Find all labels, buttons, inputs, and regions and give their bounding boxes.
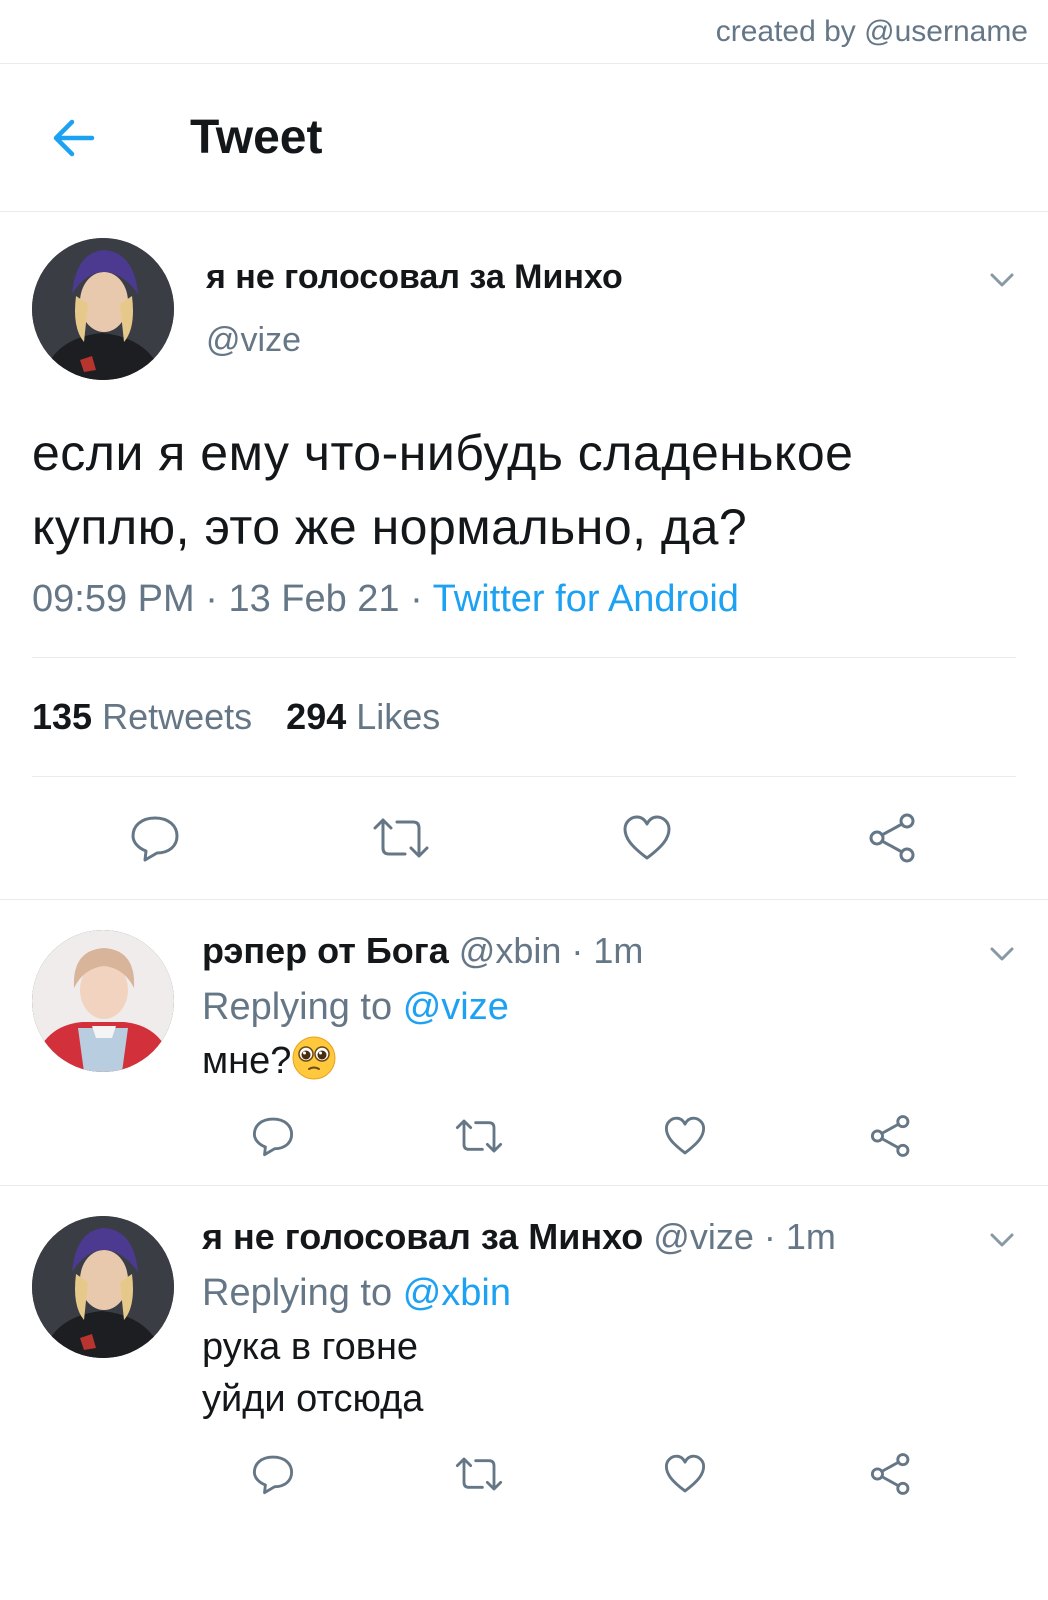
share-button[interactable] xyxy=(788,1114,994,1158)
tweet-text-line: если я ему что-нибудь сладенькое xyxy=(32,425,854,481)
tweet-date: 13 Feb 21 xyxy=(228,578,400,620)
reply-button[interactable] xyxy=(32,812,278,864)
reply-button[interactable] xyxy=(170,1452,376,1496)
like-button[interactable] xyxy=(582,1452,788,1496)
retweets-label: Retweets xyxy=(102,696,253,737)
reply-tweet[interactable]: рэпер от Бога @xbin · 1m Replying to @vi… xyxy=(0,900,1048,1185)
avatar[interactable] xyxy=(32,930,174,1072)
author-name[interactable]: рэпер от Бога xyxy=(202,930,449,971)
heart-icon xyxy=(664,1454,706,1493)
chevron-down-icon[interactable] xyxy=(986,938,1018,970)
heart-icon xyxy=(623,815,671,860)
share-button[interactable] xyxy=(770,812,1016,864)
reply-tweet[interactable]: я не голосовал за Минхо @vize · 1m Reply… xyxy=(0,1186,1048,1523)
share-icon xyxy=(870,1115,910,1157)
separator: · xyxy=(205,578,229,620)
retweet-icon xyxy=(455,1119,503,1153)
share-button[interactable] xyxy=(788,1452,994,1496)
reply-text: мне? xyxy=(202,1035,1016,1087)
reply-text-line: рука в говне xyxy=(202,1326,419,1368)
reply-header: рэпер от Бога @xbin · 1m xyxy=(202,930,1016,972)
reply-time: 1m xyxy=(593,930,644,971)
credit-text: created by @username xyxy=(715,14,1028,48)
replying-to-label: Replying to xyxy=(202,1272,393,1314)
reply-text: рука в говне уйди отсюда xyxy=(202,1321,1016,1425)
author-name[interactable]: я не голосовал за Минхо xyxy=(202,1216,643,1257)
tweet-stats: 135 Retweets 294 Likes xyxy=(32,658,1016,776)
reply-icon xyxy=(252,1455,294,1495)
retweets-count: 135 xyxy=(32,696,93,737)
replying-to-label: Replying to xyxy=(202,986,393,1028)
tweet-actions xyxy=(32,777,1016,899)
arrow-left-icon[interactable] xyxy=(48,112,100,164)
retweet-button[interactable] xyxy=(278,812,524,864)
reply-icon xyxy=(131,816,179,862)
tweet-time: 09:59 PM xyxy=(32,578,195,620)
chevron-down-icon[interactable] xyxy=(986,264,1018,296)
reply-text-line: мне? xyxy=(202,1040,292,1082)
tweet-text: если я ему что-нибудь сладенькое куплю, … xyxy=(32,416,1016,564)
header: Tweet xyxy=(0,64,1048,212)
likes-stat[interactable]: 294 Likes xyxy=(286,696,440,738)
separator: · xyxy=(571,930,584,971)
reply-actions xyxy=(170,1425,1016,1523)
share-icon xyxy=(869,813,915,863)
replying-to-handle[interactable]: @vize xyxy=(403,986,509,1028)
author-handle[interactable]: @vize xyxy=(206,321,623,360)
separator: · xyxy=(763,1216,776,1257)
tweet-text-line: куплю, это же нормально, да? xyxy=(32,499,748,555)
retweet-button[interactable] xyxy=(376,1452,582,1496)
replying-to: Replying to @vize xyxy=(202,986,1016,1029)
retweet-icon xyxy=(455,1457,503,1491)
pleading-face-emoji-icon xyxy=(292,1036,336,1080)
reply-time: 1m xyxy=(785,1216,836,1257)
retweet-icon xyxy=(373,818,429,858)
tweet-source-link[interactable]: Twitter for Android xyxy=(433,578,739,620)
author-handle[interactable]: @vize xyxy=(653,1216,754,1257)
reply-actions xyxy=(170,1087,1016,1185)
retweet-button[interactable] xyxy=(376,1114,582,1158)
retweets-stat[interactable]: 135 Retweets xyxy=(32,696,252,738)
share-icon xyxy=(870,1453,910,1495)
replying-to: Replying to @xbin xyxy=(202,1272,1016,1315)
author-handle[interactable]: @xbin xyxy=(459,930,562,971)
top-bar: created by @username xyxy=(0,0,1048,64)
replying-to-handle[interactable]: @xbin xyxy=(403,1272,511,1314)
chevron-down-icon[interactable] xyxy=(986,1224,1018,1256)
page-title: Tweet xyxy=(190,111,323,164)
main-tweet: я не голосовал за Минхо @vize если я ему… xyxy=(0,212,1048,899)
like-button[interactable] xyxy=(582,1114,788,1158)
likes-count: 294 xyxy=(286,696,347,737)
tweet-meta: 09:59 PM · 13 Feb 21 · Twitter for Andro… xyxy=(32,578,1016,621)
reply-text-line: уйди отсюда xyxy=(202,1378,424,1420)
likes-label: Likes xyxy=(356,696,441,737)
like-button[interactable] xyxy=(524,812,770,864)
separator: · xyxy=(410,578,433,620)
reply-header: я не голосовал за Минхо @vize · 1m xyxy=(202,1216,1016,1258)
reply-icon xyxy=(252,1117,294,1157)
avatar[interactable] xyxy=(32,238,174,380)
heart-icon xyxy=(664,1116,706,1155)
author-name[interactable]: я не голосовал за Минхо xyxy=(206,258,623,297)
avatar[interactable] xyxy=(32,1216,174,1358)
reply-button[interactable] xyxy=(170,1114,376,1158)
